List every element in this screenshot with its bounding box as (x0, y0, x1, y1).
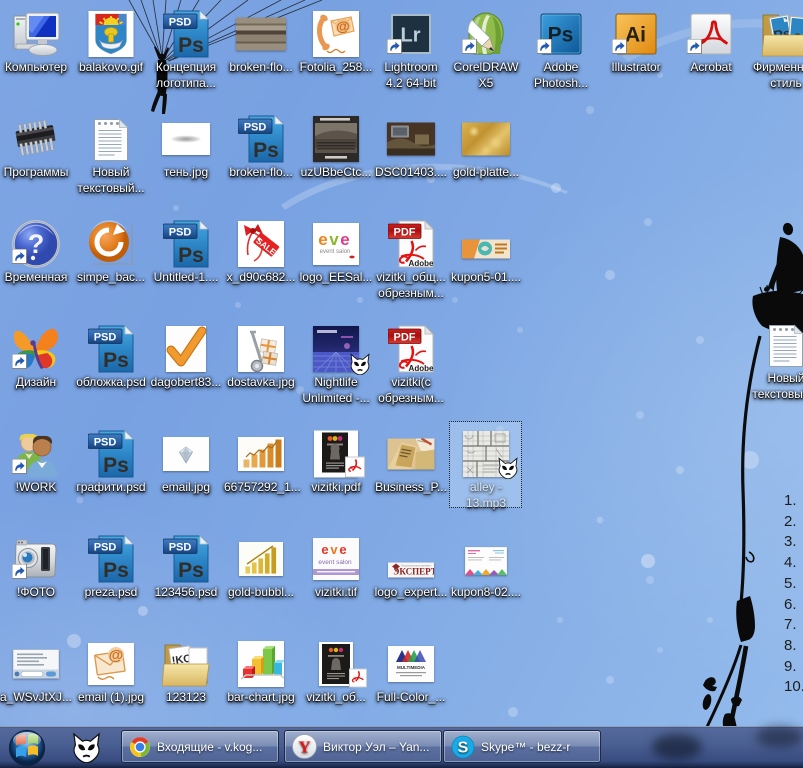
svg-text:S: S (458, 739, 469, 756)
svg-text:e: e (339, 542, 346, 557)
svg-text:e: e (318, 230, 327, 249)
svg-text:Lr: Lr (401, 25, 421, 47)
svg-text:ЭКСПЕРТ: ЭКСПЕРТ (393, 566, 434, 576)
svg-text:e: e (321, 542, 328, 557)
svg-text:v: v (330, 542, 338, 557)
svg-text:Ai: Ai (625, 24, 646, 47)
svg-text:e: e (340, 230, 349, 249)
svg-text:Национальная премия: Национальная премия (401, 563, 431, 567)
svg-text:v: v (329, 230, 339, 249)
svg-text:@: @ (336, 18, 350, 34)
svg-text:Y: Y (298, 738, 310, 757)
svg-text:?: ? (28, 229, 45, 259)
svg-text:event salon: event salon (318, 559, 352, 566)
svg-text:event salon: event salon (320, 249, 351, 255)
svg-text:MULTIMEDIA: MULTIMEDIA (397, 665, 426, 670)
svg-text:@: @ (109, 647, 124, 664)
